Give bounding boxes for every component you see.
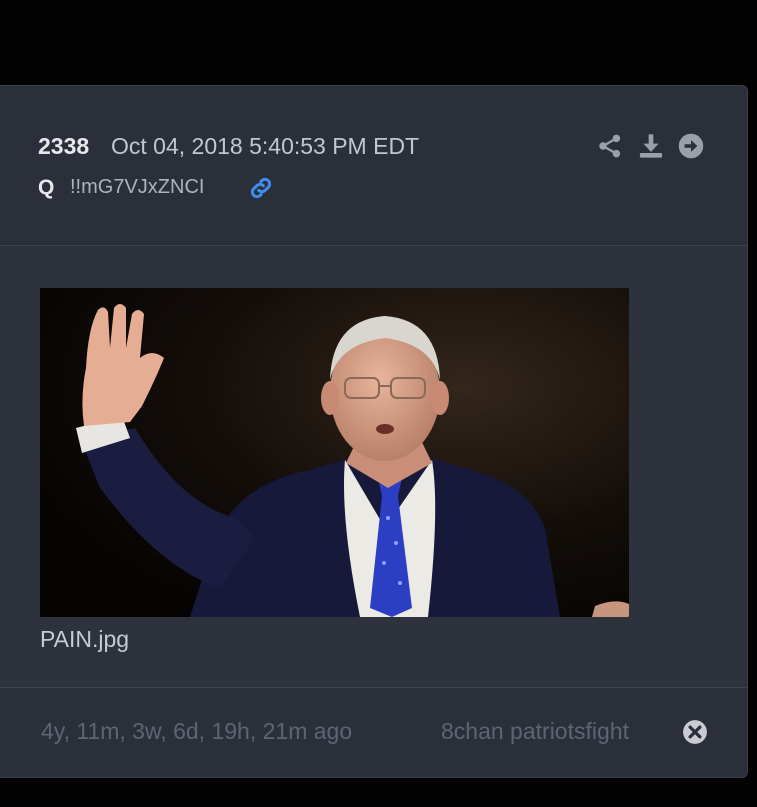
close-circle-icon[interactable] (682, 719, 708, 745)
post-footer: 4y, 11m, 3w, 6d, 19h, 21m ago 8chan patr… (0, 688, 747, 778)
post-header: 2338 Oct 04, 2018 5:40:53 PM EDT Q !!mG7… (0, 86, 747, 245)
attachment-image[interactable] (40, 288, 629, 617)
author-tripcode: !!mG7VJxZNCI (70, 176, 205, 198)
share-icon[interactable] (596, 132, 624, 160)
source-label[interactable]: 8chan patriotsfight (441, 718, 629, 745)
author-name: Q (38, 176, 55, 199)
post-card: 2338 Oct 04, 2018 5:40:53 PM EDT Q !!mG7… (0, 85, 748, 778)
link-icon[interactable] (247, 174, 275, 202)
post-body: PAIN.jpg (0, 246, 747, 687)
arrow-right-circle-icon[interactable] (677, 132, 705, 160)
attachment-filename[interactable]: PAIN.jpg (40, 626, 129, 653)
post-number: 2338 (38, 133, 90, 159)
post-age: 4y, 11m, 3w, 6d, 19h, 21m ago (41, 718, 353, 744)
post-timestamp: Oct 04, 2018 5:40:53 PM EDT (111, 133, 420, 159)
download-icon[interactable] (637, 132, 665, 160)
